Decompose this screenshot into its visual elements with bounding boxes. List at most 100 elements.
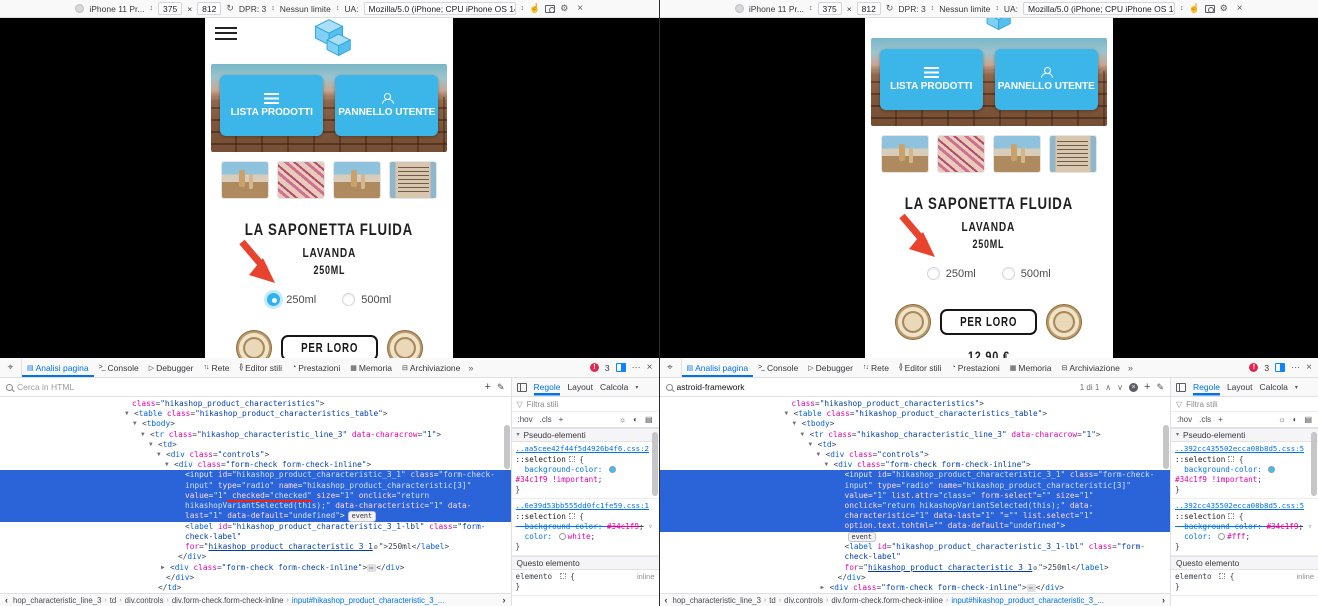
breadcrumb-item[interactable]: hop_characteristic_line_3 (13, 596, 101, 605)
error-count[interactable]: 3 (1264, 363, 1269, 373)
close-rdm-icon[interactable]: × (577, 3, 583, 14)
screenshot-icon[interactable] (1204, 4, 1215, 13)
markup-line[interactable]: event (660, 531, 1171, 543)
tab-layout[interactable]: Layout (567, 382, 593, 392)
sidebar-toggle-icon[interactable] (516, 382, 527, 392)
twisty-icon[interactable]: ▼ (157, 450, 166, 460)
markup-line[interactable]: ▼ <tr class="hikashop_characteristic_line… (660, 430, 1171, 440)
chevron-down-icon[interactable]: ▾ (1295, 384, 1298, 391)
markup-line[interactable]: ▼ <tbody> (660, 419, 1171, 429)
stylesheet-link[interactable]: ..392cc435502ecca08b8d5.css:5 (1175, 501, 1314, 511)
thumbnail-label-jar[interactable] (390, 162, 437, 198)
devtools-tab-console[interactable]: >_ Console (753, 358, 803, 377)
breadcrumb-item[interactable]: div.controls (125, 596, 164, 605)
previous-match-icon[interactable]: ∧ (1105, 383, 1111, 392)
toggle-hover-button[interactable]: :hov (518, 415, 533, 424)
pick-element-icon[interactable]: ⌖ (0, 358, 22, 377)
site-logo[interactable] (300, 18, 358, 60)
close-devtools-icon[interactable]: × (647, 362, 653, 373)
code-token[interactable]: hikashop_product_characteristic_3_1 (868, 563, 1032, 572)
tab-calcola[interactable]: Calcola (600, 382, 628, 392)
twisty-icon[interactable]: ▼ (817, 450, 826, 460)
devtools-tab-prestazioni[interactable]: ◔ Prestazioni (946, 358, 1004, 377)
twisty-icon[interactable]: ▾ (517, 430, 520, 440)
rules-section-header[interactable]: ▾ Pseudo-elementi (511, 428, 659, 442)
devtools-tab-debugger[interactable]: ▷ Debugger (803, 358, 858, 377)
devtools-tab-archiviazione[interactable]: ⊟ Archiviazione (397, 358, 465, 377)
settings-gear-icon[interactable]: ⚙ (560, 3, 568, 14)
breadcrumb-item[interactable]: input#hikashop_product_characteristic_3_… (951, 596, 1104, 605)
settings-gear-icon[interactable]: ⚙ (1220, 3, 1228, 14)
devtools-tab-analisi-pagina[interactable]: ▤ Analisi pagina (22, 358, 94, 377)
collapsed-content-pill[interactable]: ⋯ (1026, 583, 1036, 593)
devtools-menu-icon[interactable]: ⋯ (632, 362, 641, 373)
lista-prodotti-button[interactable]: LISTA PRODOTTI (220, 75, 324, 136)
add-rule-icon[interactable]: + (1218, 415, 1223, 424)
markup-line[interactable]: ▼ <tr class="hikashop_characteristic_line… (0, 430, 511, 440)
breadcrumb-scroll-left-icon[interactable]: ‹ (663, 595, 670, 605)
stylesheet-link[interactable]: ..6e39d53bb555dd0fc1fe59.css:1 (516, 501, 655, 511)
event-badge[interactable]: event (347, 511, 377, 522)
thumbnail-pink-jar[interactable] (937, 136, 984, 172)
ua-input[interactable]: Mozilla/5.0 (iPhone; CPU iPhone OS 14_6 … (363, 2, 516, 15)
rules-section-header[interactable]: ▾ Pseudo-elementi (1171, 428, 1318, 442)
clear-search-icon[interactable]: × (1129, 382, 1139, 392)
close-rdm-icon[interactable]: × (1237, 3, 1243, 14)
breadcrumb-item[interactable]: td (769, 596, 776, 605)
devtools-tab-debugger[interactable]: ▷ Debugger (144, 358, 199, 377)
print-media-icon[interactable]: ▤ (1304, 415, 1312, 424)
devtools-tab-memoria[interactable]: ▦ Memoria (345, 358, 397, 377)
markup-line[interactable]: ▼ <div class="form-check form-check-inlin… (0, 460, 511, 470)
error-icon[interactable]: ! (1249, 363, 1259, 372)
stepper-icon[interactable]: ↕ (931, 5, 935, 12)
thumbnail-beach-bottles-2[interactable] (993, 136, 1040, 172)
twisty-icon[interactable]: ▼ (141, 430, 150, 440)
scrollbar-thumb[interactable] (1163, 425, 1169, 469)
collapsed-content-pill[interactable]: ⋯ (367, 563, 377, 573)
rotate-viewport-icon[interactable]: ↻ (886, 3, 894, 14)
code-token[interactable]: hikashop_product_characteristic_3_1 (208, 542, 372, 551)
radio-icon[interactable] (342, 293, 356, 306)
eyedropper-icon[interactable]: ✎ (1156, 382, 1164, 393)
hamburger-menu-icon[interactable] (215, 27, 238, 40)
search-input[interactable]: astroid-framework (677, 382, 745, 392)
screenshot-icon[interactable] (545, 4, 556, 13)
rules-section-header[interactable]: Questo elemento (511, 556, 659, 570)
devtools-tab-memoria[interactable]: ▦ Memoria (1005, 358, 1057, 377)
markup-line[interactable]: <input id="hikashop_product_characterist… (0, 470, 511, 522)
split-console-icon[interactable] (615, 363, 626, 372)
breadcrumb-item[interactable]: input#hikashop_product_characteristic_3_… (292, 596, 445, 605)
twisty-icon[interactable]: ▼ (149, 440, 158, 450)
twisty-icon[interactable]: ▼ (793, 419, 802, 429)
twisty-icon[interactable]: ▼ (133, 419, 142, 429)
toggle-class-button[interactable]: .cls (1199, 415, 1211, 424)
stylesheet-link[interactable]: ..aa5cee42f44f5d4926b4f6.css:2 (516, 444, 655, 454)
tab-regole[interactable]: Regole (534, 382, 561, 393)
devtools-tab-console[interactable]: >_ Console (94, 358, 144, 377)
site-logo[interactable] (960, 18, 1018, 34)
markup-line[interactable]: ▼ <td> (0, 440, 511, 450)
devtools-tab-editor-stili[interactable]: {} Editor stili (234, 358, 287, 377)
chevron-down-icon[interactable]: ▾ (635, 384, 638, 391)
toggle-class-button[interactable]: .cls (540, 415, 552, 424)
markup-line[interactable]: ▼ <table class="hikashop_product_characte… (0, 409, 511, 419)
markup-line[interactable]: <input id="hikashop_product_characterist… (659, 470, 1170, 532)
markup-line[interactable]: class="hikashop_product_characteristics"… (660, 399, 1171, 409)
twisty-icon[interactable]: ▼ (165, 460, 174, 470)
markup-line[interactable]: ▼ <div class="form-check form-check-inlin… (660, 460, 1171, 470)
devtools-tab-rete[interactable]: ↑↓ Rete (858, 358, 894, 377)
markup-line[interactable]: <label id="hikashop_product_characterist… (660, 542, 1171, 573)
stepper-icon[interactable]: ↕ (150, 5, 154, 12)
twisty-icon[interactable]: ▶ (161, 563, 170, 573)
breadcrumb-item[interactable]: td (110, 596, 117, 605)
light-scheme-icon[interactable]: ☼ (1278, 415, 1285, 424)
tab-regole[interactable]: Regole (1193, 382, 1220, 393)
variant-option-500ml[interactable]: 500ml (1001, 267, 1051, 280)
pick-element-icon[interactable]: ⌖ (660, 358, 682, 377)
viewport-height-input[interactable]: 812 (197, 2, 222, 15)
variant-option-250ml[interactable]: 250ml (267, 293, 316, 306)
tab-calcola[interactable]: Calcola (1259, 382, 1287, 392)
stepper-icon[interactable]: ↕ (521, 5, 525, 12)
stepper-icon[interactable]: ↕ (271, 5, 275, 12)
device-select[interactable]: iPhone 11 Pr... (89, 4, 144, 14)
